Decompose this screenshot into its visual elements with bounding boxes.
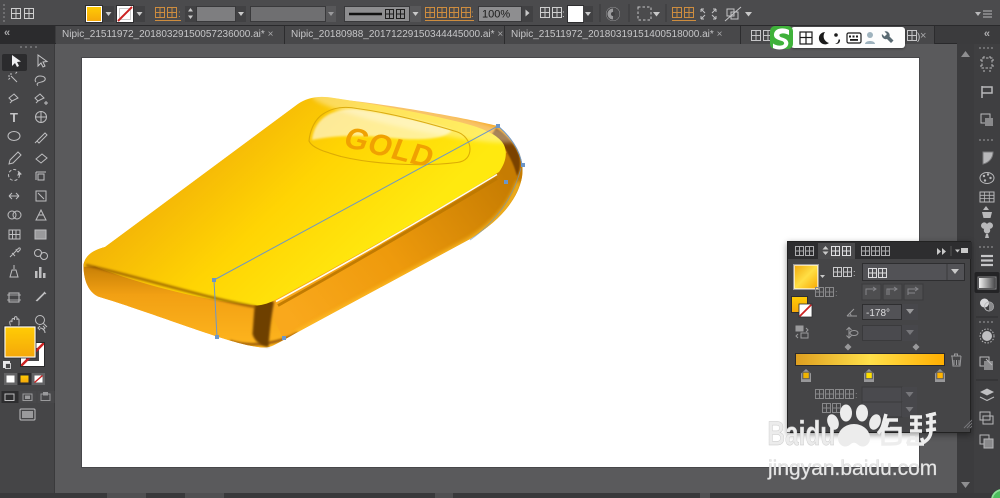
svg-text::: :: [855, 390, 858, 400]
svg-text::: :: [562, 9, 565, 20]
svg-text::: :: [471, 9, 474, 20]
svg-text:jingyan.baidu.com: jingyan.baidu.com: [767, 457, 937, 480]
svg-text:T: T: [10, 110, 18, 125]
svg-text:100%: 100%: [482, 9, 510, 21]
svg-text:Baidu: Baidu: [767, 415, 835, 453]
svg-text::: :: [178, 9, 181, 20]
